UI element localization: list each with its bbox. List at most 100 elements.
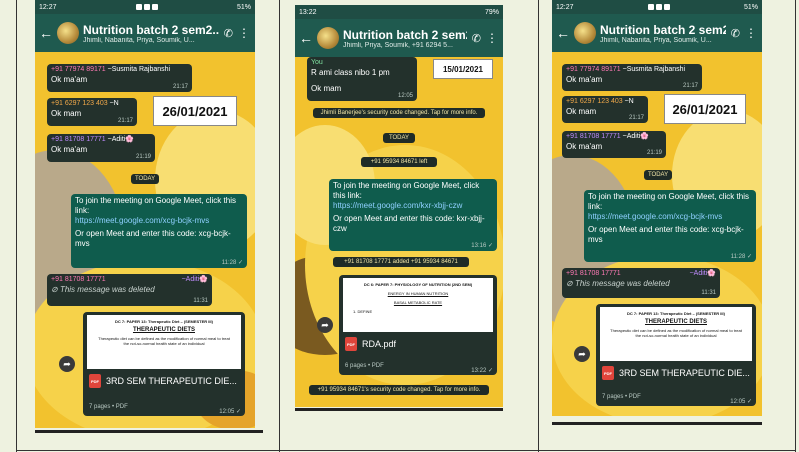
meet-link-message[interactable]: To join the meeting on Google Meet, clic…	[329, 179, 497, 251]
pdf-preview-header: DC 7: PAPER 13: Therapeutic Diet – (SEME…	[627, 311, 725, 316]
call-add-icon[interactable]: ✆	[731, 27, 740, 40]
deleted-message-bubble[interactable]: +91 81708 17771 ~Aditi🌸 ⊘ This message wa…	[47, 274, 212, 306]
pdf-preview-line: BASAL METABOLIC RATE	[393, 300, 443, 305]
group-title[interactable]: Nutrition batch 2 sem2...	[83, 23, 219, 37]
pdf-file-icon: PDF	[89, 374, 101, 388]
system-notice[interactable]: +91 95934 84671's security code changed.…	[309, 385, 489, 395]
notification-icon	[663, 4, 670, 10]
group-avatar[interactable]	[574, 22, 596, 44]
forward-icon[interactable]: ➦	[574, 346, 590, 362]
meet-code-text: Or open Meet and enter this code: kxr-xb…	[333, 214, 485, 233]
battery-level: 51%	[743, 3, 758, 11]
table-border-bottom	[16, 450, 796, 451]
message-bubble[interactable]: +91 6297 123 403 ~N Ok mam 21:17	[47, 98, 137, 126]
forward-icon[interactable]: ➦	[317, 317, 333, 333]
notification-icon	[143, 4, 150, 10]
pdf-document-message[interactable]: DC 7: PAPER 13: Therapeutic Diet – (SEME…	[83, 312, 245, 416]
group-title[interactable]: Nutrition batch 2 sem2...	[600, 23, 726, 37]
blocked-icon: ⊘	[51, 284, 58, 294]
phone-screenshot-3: 12:27 51% ← Nutrition batch 2 sem2... Jh…	[552, 0, 762, 416]
back-arrow-icon[interactable]: ←	[39, 25, 53, 41]
meet-link-message[interactable]: To join the meeting on Google Meet, clic…	[71, 194, 247, 268]
notification-icon	[655, 4, 662, 10]
status-bar: 12:27 51%	[35, 0, 255, 14]
pdf-filename[interactable]: 3RD SEM THERAPEUTIC DIE...	[619, 368, 750, 378]
more-options-icon[interactable]: ⋮	[745, 26, 757, 40]
status-bar: 12:27 51%	[552, 0, 762, 14]
meet-instructions: To join the meeting on Google Meet, clic…	[333, 181, 480, 200]
message-text: Ok ma'am	[51, 74, 88, 84]
meet-link[interactable]: https://meet.google.com/xcg-bcjk-mvs	[75, 216, 243, 226]
meet-instructions: To join the meeting on Google Meet, clic…	[588, 192, 749, 211]
meet-link[interactable]: https://meet.google.com/kxr-xbjj-czw	[333, 201, 493, 211]
sender-alias: ~Susmita Rajbanshi	[622, 66, 686, 73]
message-time: 12:05 ✓	[219, 409, 241, 415]
deleted-message-bubble[interactable]: +91 81708 17771 ~Aditi🌸 ⊘ This message wa…	[562, 268, 720, 298]
separator-line	[295, 408, 503, 411]
group-avatar[interactable]	[317, 27, 339, 49]
date-divider-today: TODAY	[644, 170, 672, 180]
message-bubble[interactable]: +91 77974 89171 ~Susmita Rajbanshi Ok ma…	[47, 64, 192, 92]
pdf-preview-title: THERAPEUTIC DIETS	[644, 319, 707, 325]
more-options-icon[interactable]: ⋮	[238, 26, 250, 40]
collage: 12:27 51% ← Nutrition batch 2 sem2... Jh…	[0, 0, 799, 452]
meet-link[interactable]: https://meet.google.com/xcg-bcjk-mvs	[588, 212, 752, 222]
message-text: R ami class nibo 1 pm	[311, 67, 390, 77]
group-members[interactable]: Jhimli, Priya, Soumik, +91 6294 5...	[343, 42, 467, 49]
table-border-left	[16, 0, 17, 452]
message-bubble[interactable]: +91 81708 17771 ~Aditi🌸 Ok ma'am 21:19	[562, 131, 666, 158]
chat-header: ← Nutrition batch 2 sem2... Jhimli, Naba…	[552, 14, 762, 52]
sender-number: +91 81708 17771	[51, 276, 106, 283]
battery-level: 79%	[484, 8, 499, 16]
message-bubble[interactable]: You R ami class nibo 1 pm Ok mam 12:05	[307, 57, 417, 101]
pdf-preview[interactable]: DC 7: PAPER 13: Therapeutic Diet – (SEME…	[87, 315, 241, 369]
date-divider-today: TODAY	[383, 133, 415, 143]
message-time: 21:17	[628, 114, 644, 121]
group-avatar[interactable]	[57, 22, 79, 44]
back-arrow-icon[interactable]: ←	[556, 25, 570, 41]
table-border-right	[795, 0, 796, 452]
message-time: 13:22 ✓	[471, 368, 493, 374]
message-bubble[interactable]: +91 81708 17771 ~Aditi🌸 Ok ma'am 21:19	[47, 134, 155, 162]
message-time: 21:17	[682, 82, 698, 89]
meet-link-message[interactable]: To join the meeting on Google Meet, clic…	[584, 190, 756, 262]
call-add-icon[interactable]: ✆	[224, 27, 233, 40]
group-members[interactable]: Jhimli, Nabanita, Priya, Soumik, U...	[83, 37, 219, 44]
pdf-meta: 7 pages • PDF	[89, 404, 128, 410]
system-notice[interactable]: Jhimli Banerjee's security code changed.…	[313, 108, 485, 118]
pdf-filename[interactable]: RDA.pdf	[362, 339, 396, 349]
message-bubble[interactable]: +91 6297 123 403 ~N Ok mam 21:17	[562, 96, 648, 123]
pdf-preview-header: DC 7: PAPER 13: Therapeutic Diet – (SEME…	[115, 319, 213, 324]
sender-number: +91 6297 123 403	[51, 100, 108, 107]
forward-icon[interactable]: ➦	[59, 356, 75, 372]
message-bubble[interactable]: +91 77974 89171 ~Susmita Rajbanshi Ok ma…	[562, 64, 702, 91]
pdf-preview-body: Therapeutic diet can be defined as the m…	[98, 336, 230, 346]
meet-code-text: Or open Meet and enter this code: xcg-bc…	[75, 229, 231, 248]
pdf-meta: 7 pages • PDF	[602, 394, 641, 400]
more-options-icon[interactable]: ⋮	[486, 31, 498, 45]
message-time: 11:28 ✓	[221, 259, 243, 266]
meet-code-text: Or open Meet and enter this code: xcg-bc…	[588, 225, 744, 244]
sender-alias: ~Susmita Rajbanshi	[107, 66, 171, 73]
pdf-preview[interactable]: DC 6: PAPER 7: PHYSIOLOGY OF NUTRITION (…	[343, 278, 493, 332]
deleted-text: This message was deleted	[574, 278, 670, 288]
pdf-preview-body: Therapeutic diet can be defined as the m…	[610, 328, 742, 338]
pdf-preview-line: ENERGY IN HUMAN NUTRITION	[387, 291, 449, 296]
status-bar: 13:22 79%	[295, 5, 503, 19]
sender-number: +91 81708 17771	[566, 133, 621, 140]
phone-screenshot-1: 12:27 51% ← Nutrition batch 2 sem2... Jh…	[35, 0, 255, 428]
back-arrow-icon[interactable]: ←	[299, 30, 313, 46]
table-border-mid2	[538, 0, 539, 452]
pdf-filename[interactable]: 3RD SEM THERAPEUTIC DIE...	[106, 376, 237, 386]
phone-screenshot-2: 13:22 79% ← Nutrition batch 2 sem2... Jh…	[295, 5, 503, 407]
message-time: 21:17	[117, 117, 133, 124]
group-title[interactable]: Nutrition batch 2 sem2...	[343, 28, 467, 42]
sender-number: +91 77974 89171	[566, 66, 621, 73]
pdf-document-message[interactable]: DC 6: PAPER 7: PHYSIOLOGY OF NUTRITION (…	[339, 275, 497, 375]
pdf-preview[interactable]: DC 7: PAPER 13: Therapeutic Diet – (SEME…	[600, 307, 752, 361]
call-add-icon[interactable]: ✆	[472, 32, 481, 45]
sender-alias: ~Aditi🌸	[181, 276, 208, 283]
group-members[interactable]: Jhimli, Nabanita, Priya, Soumik, U...	[600, 37, 726, 44]
system-notice: +91 81708 17771 added +91 95934 84671	[333, 257, 469, 267]
pdf-document-message[interactable]: DC 7: PAPER 13: Therapeutic Diet – (SEME…	[596, 304, 756, 406]
